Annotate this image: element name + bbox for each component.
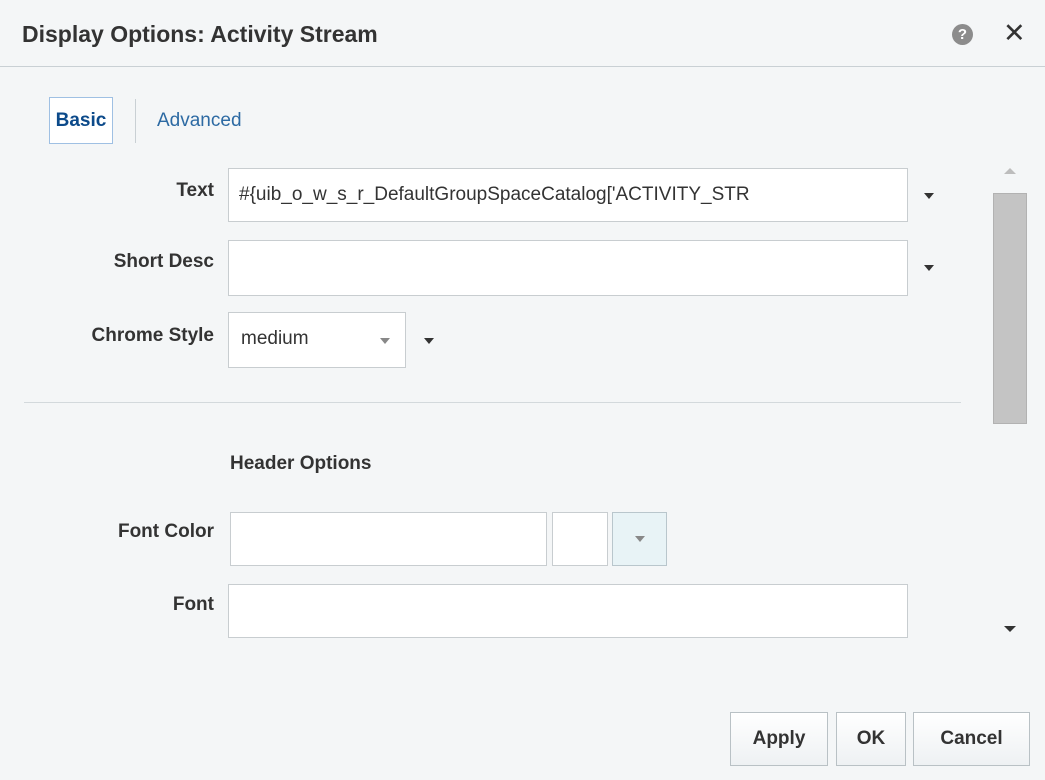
dialog-titlebar: Display Options: Activity Stream ? ✕ <box>0 0 1045 66</box>
tab-divider <box>135 99 136 143</box>
scroll-up-icon[interactable] <box>1004 168 1016 174</box>
font-input[interactable] <box>228 584 908 638</box>
apply-button[interactable]: Apply <box>730 712 828 766</box>
display-options-dialog: Display Options: Activity Stream ? ✕ Bas… <box>0 0 1045 780</box>
text-input[interactable]: #{uib_o_w_s_r_DefaultGroupSpaceCatalog['… <box>228 168 908 222</box>
tab-advanced[interactable]: Advanced <box>157 110 242 132</box>
help-icon[interactable]: ? <box>952 24 973 45</box>
font-color-swatch[interactable] <box>552 512 608 566</box>
chrome-style-select-arrow-icon[interactable] <box>380 338 390 344</box>
font-color-input[interactable] <box>230 512 547 566</box>
short-desc-label: Short Desc <box>113 251 214 272</box>
short-desc-dropdown-icon[interactable] <box>924 265 934 271</box>
ok-button[interactable]: OK <box>836 712 906 766</box>
text-dropdown-icon[interactable] <box>924 193 934 199</box>
scroll-down-icon[interactable] <box>1004 626 1016 632</box>
chrome-style-value: medium <box>241 328 309 349</box>
close-icon[interactable]: ✕ <box>1003 18 1026 48</box>
dialog-title: Display Options: Activity Stream <box>22 21 378 47</box>
scrollbar-thumb[interactable] <box>993 193 1027 424</box>
chevron-down-icon <box>635 536 645 542</box>
titlebar-divider <box>0 66 1045 67</box>
tab-basic[interactable]: Basic <box>49 97 113 144</box>
font-color-label: Font Color <box>117 521 214 542</box>
font-color-dropdown-button[interactable] <box>612 512 667 566</box>
chrome-style-label: Chrome Style <box>91 325 214 346</box>
header-options-heading: Header Options <box>230 453 372 474</box>
text-label: Text <box>176 180 214 201</box>
section-divider <box>24 402 961 403</box>
cancel-button[interactable]: Cancel <box>913 712 1030 766</box>
font-label: Font <box>172 594 214 615</box>
short-desc-input[interactable] <box>228 240 908 296</box>
chrome-style-dropdown-icon[interactable] <box>424 338 434 344</box>
